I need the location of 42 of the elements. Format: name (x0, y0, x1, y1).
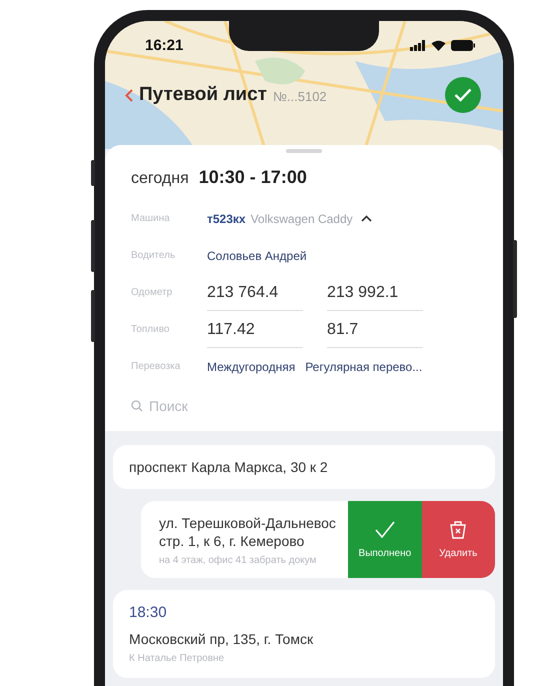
value-field[interactable]: 81.7 (327, 311, 423, 348)
stop-card[interactable]: ул. Терешковой-Дальневос стр. 1, к 6, г. Кемерово на 4 этаж, офис 41 забрать докум (141, 501, 348, 578)
vehicle-model: Volkswagen Caddy (250, 212, 353, 226)
schedule-time: 10:30 - 17:00 (198, 167, 307, 188)
field-label: Перевозка (131, 361, 182, 372)
transport-type-link[interactable]: Регулярная перево... (305, 360, 422, 374)
transport-type-link[interactable]: Междугородняя (207, 360, 296, 374)
stop-address: ул. Терешковой-Дальневос (159, 515, 336, 531)
status-time: 16:21 (145, 36, 184, 54)
value-field[interactable]: 213 992.1 (327, 274, 423, 311)
schedule-day: сегодня (131, 170, 189, 188)
drag-handle[interactable] (286, 149, 322, 153)
stop-note: на 4 этаж, офис 41 забрать докум (159, 555, 318, 566)
field-label: Машина (131, 213, 171, 224)
trash-icon (449, 520, 468, 540)
vehicle-plate[interactable]: т523кх (207, 212, 246, 226)
search-field[interactable]: Поиск (149, 398, 349, 414)
driver-link[interactable]: Соловьев Андрей (207, 248, 307, 262)
delete-button[interactable]: Удалить (422, 501, 495, 578)
value-field[interactable]: 117.42 (207, 311, 303, 348)
checkmark-icon (454, 88, 472, 102)
signal-icon (410, 40, 426, 50)
search-icon (131, 400, 143, 412)
stop-address: Московский пр, 135, г. Томск (129, 631, 314, 647)
stop-note: К Наталье Петровне (129, 653, 226, 664)
stop-card[interactable]: проспект Карла Маркса, 30 к 2 (113, 445, 495, 489)
stop-time: 18:30 (129, 604, 168, 621)
stop-address: проспект Карла Маркса, 30 к 2 (129, 459, 329, 475)
stop-card[interactable]: 18:30 Московский пр, 135, г. Томск К Наталье Петровне (113, 590, 495, 678)
value-field[interactable]: 213 764.4 (207, 274, 303, 311)
battery-icon (451, 40, 475, 50)
document-number: №...5102 (272, 89, 327, 104)
back-icon[interactable] (125, 88, 133, 102)
stop-address: стр. 1, к 6, г. Кемерово (159, 533, 306, 549)
page-title: Путевой лист (139, 84, 267, 106)
wifi-icon (431, 40, 446, 50)
complete-button[interactable]: Выполнено (348, 501, 422, 578)
checkmark-icon (374, 520, 396, 540)
field-label: Водитель (131, 250, 176, 261)
field-label: Топливо (131, 324, 170, 335)
chevron-icon[interactable] (360, 215, 372, 222)
field-label: Одометр (131, 287, 174, 298)
